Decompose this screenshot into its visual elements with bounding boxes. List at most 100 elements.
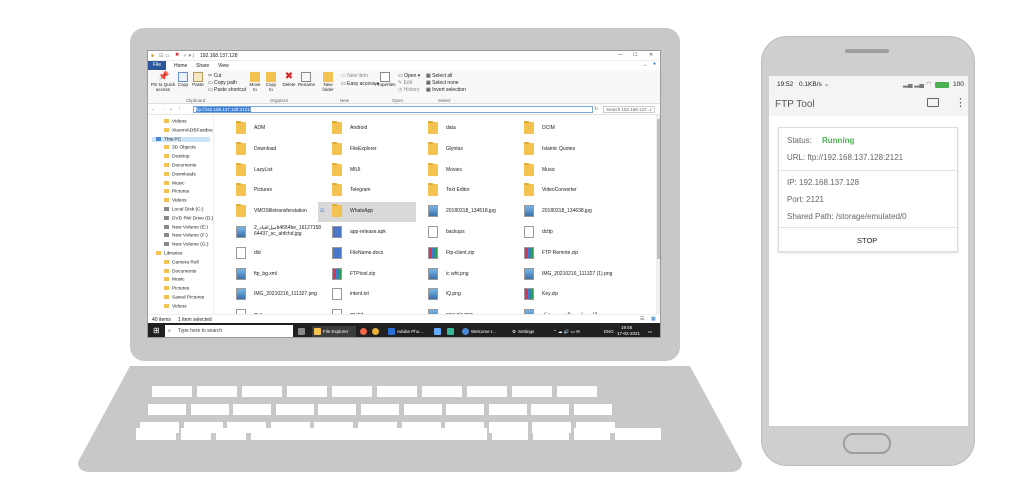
- search-input[interactable]: Search 192.168.137.... ⌕: [603, 106, 655, 113]
- close-button[interactable]: ✕: [649, 52, 653, 58]
- copy-to-button[interactable]: Copy to: [264, 72, 278, 93]
- file-item[interactable]: data: [428, 119, 524, 139]
- tray-icons[interactable]: ⌃ ☁ 🔊 ▭ ✉: [553, 326, 580, 337]
- refresh-icon[interactable]: ↻: [594, 106, 598, 112]
- nav-item[interactable]: Music: [164, 180, 185, 186]
- ribbon-collapse-icon[interactable]: ⌄: [643, 62, 647, 68]
- rename-button[interactable]: Rename: [298, 72, 315, 88]
- minimize-button[interactable]: —: [618, 52, 623, 58]
- nav-item[interactable]: Pictures: [164, 189, 189, 195]
- nav-item[interactable]: New Volume (F:): [164, 233, 208, 239]
- file-item[interactable]: Movies: [428, 161, 524, 181]
- vertical-scrollbar[interactable]: [656, 115, 660, 314]
- tab-share[interactable]: Share: [196, 63, 209, 69]
- nav-item[interactable]: Desktop: [164, 154, 190, 159]
- back-icon[interactable]: ←: [151, 106, 156, 112]
- large-icons-view-icon[interactable]: ▦: [651, 316, 656, 322]
- forward-icon[interactable]: →: [160, 106, 165, 112]
- delete-button[interactable]: ✖ Delete: [281, 72, 297, 88]
- nav-item[interactable]: XiaomiADBFastboo: [164, 127, 213, 133]
- easy-access-button[interactable]: ▭ Easy access ▾: [341, 81, 379, 87]
- file-item[interactable]: m.s: [236, 306, 332, 314]
- nav-item[interactable]: New Volume (G:): [164, 242, 209, 247]
- file-item[interactable]: did: [236, 244, 332, 264]
- nav-item[interactable]: Documents: [164, 268, 196, 274]
- invert-selection-button[interactable]: ▦ Invert selection: [426, 87, 466, 93]
- nav-item[interactable]: DVD RW Drive (D:): [164, 215, 213, 221]
- nav-item[interactable]: Libraries: [156, 251, 182, 256]
- taskbar-photoshop[interactable]: Adobe Pho...: [386, 326, 430, 337]
- tab-file[interactable]: File: [148, 61, 166, 70]
- open-button[interactable]: ▭ Open ▾: [398, 73, 420, 79]
- nav-item[interactable]: Documents: [164, 163, 196, 168]
- nav-item[interactable]: This PC: [152, 136, 210, 142]
- taskbar-app-icon[interactable]: [360, 326, 369, 337]
- properties-button[interactable]: Properties: [375, 72, 396, 88]
- tab-view[interactable]: View: [218, 63, 229, 69]
- file-item[interactable]: new pic.png: [428, 306, 524, 314]
- up-icon[interactable]: ↑: [178, 106, 181, 112]
- recent-dropdown-icon[interactable]: ⌄: [169, 106, 173, 112]
- file-item[interactable]: Ftp-client.zip: [428, 244, 524, 264]
- file-item[interactable]: LazyList: [236, 161, 332, 181]
- nav-item[interactable]: Videos: [164, 303, 187, 309]
- qat-dropdown-icon[interactable]: ✓ ▾ |: [183, 53, 194, 59]
- nav-item[interactable]: 3D Objects: [164, 145, 196, 151]
- address-input[interactable]: ftp://192.168.137.128:2121/: [193, 106, 593, 113]
- stop-button[interactable]: STOP: [857, 236, 877, 245]
- tab-home[interactable]: Home: [174, 63, 187, 69]
- select-all-button[interactable]: ▦ Select all: [426, 73, 452, 79]
- file-item[interactable]: Pictures: [236, 181, 332, 201]
- home-button[interactable]: [843, 433, 891, 454]
- nav-item[interactable]: Music: [164, 277, 185, 283]
- nav-item[interactable]: Downloads: [164, 171, 196, 177]
- file-item[interactable]: ﻣﻴﻞﺍﻗﻴﺎﺩ_2b4654be_16127158 64437_sc_ahfc…: [236, 223, 332, 243]
- maximize-button[interactable]: ☐: [633, 52, 637, 58]
- nav-item[interactable]: Videos: [164, 198, 187, 203]
- move-to-button[interactable]: Move to: [248, 72, 262, 93]
- nav-item[interactable]: Local Disk (C:): [164, 207, 203, 212]
- file-item[interactable]: ic wht.png: [428, 265, 524, 285]
- file-item[interactable]: 20180318_134518.jpg: [428, 202, 524, 222]
- file-item[interactable]: iQ.png: [428, 285, 524, 305]
- taskbar-welcome[interactable]: Welcome t...: [460, 326, 506, 337]
- taskbar-file-explorer[interactable]: File Explorer: [312, 326, 356, 337]
- file-item[interactable]: MIUI: [332, 161, 428, 181]
- details-view-icon[interactable]: ☰: [640, 316, 644, 322]
- file-item[interactable]: Text Editor: [428, 181, 524, 201]
- delete-icon[interactable]: ✖: [175, 52, 179, 58]
- file-item[interactable]: FileExplorer: [332, 140, 428, 160]
- paste-button[interactable]: Paste: [191, 72, 205, 88]
- file-item[interactable]: FileName.docx: [332, 244, 428, 264]
- file-item[interactable]: Key.zip: [524, 285, 620, 305]
- folder-icon[interactable]: [927, 98, 939, 107]
- edit-button[interactable]: ✎ Edit: [398, 80, 412, 86]
- checkbox-icon[interactable]: ☑: [320, 208, 324, 214]
- taskbar-app-icon-3[interactable]: [447, 326, 456, 337]
- nav-item[interactable]: Camera Roll: [164, 259, 199, 265]
- clock-time[interactable]: 19:55: [621, 325, 632, 330]
- file-item[interactable]: IMG_20210216_111327.png: [236, 285, 332, 305]
- chrome-icon[interactable]: [372, 326, 381, 337]
- file-item[interactable]: IMG_20210216_111327 (1).png: [524, 265, 620, 285]
- file-item[interactable]: Islamic Quotes: [524, 140, 620, 160]
- file-item[interactable]: ﺍﻟﻠﻪ ﺑﯿﻤﺎﺭﯼ ﺧﺎﻟﻖ ﮨﯿﮟ ﺑﯿﺸﮏ: [524, 306, 620, 314]
- file-item[interactable]: WhatsApp ☑: [318, 202, 416, 223]
- copy-button[interactable]: Copy: [176, 72, 190, 88]
- nav-item[interactable]: New Volume (E:): [164, 224, 208, 230]
- nav-item[interactable]: Videos: [164, 119, 187, 124]
- clock-date[interactable]: 17-02-2021: [617, 331, 640, 336]
- new-folder-button[interactable]: New folder: [320, 72, 336, 93]
- notifications-icon[interactable]: ▭: [648, 326, 652, 337]
- help-icon[interactable]: ●: [653, 61, 656, 67]
- file-item[interactable]: dcttp: [524, 223, 620, 243]
- taskbar-settings[interactable]: ⚙ Settings: [510, 326, 550, 337]
- copy-path-button[interactable]: ▭ Copy path: [208, 80, 237, 86]
- scrollbar-thumb[interactable]: [657, 119, 660, 259]
- file-item[interactable]: Telegram: [332, 181, 428, 201]
- cut-button[interactable]: ✂ Cut: [208, 73, 221, 79]
- nav-item[interactable]: Pictures: [164, 286, 189, 291]
- taskbar-search[interactable]: ⌕ Type here to search: [165, 325, 293, 337]
- file-item[interactable]: my.txt: [332, 306, 428, 314]
- paste-shortcut-button[interactable]: ▭ Paste shortcut: [208, 87, 246, 93]
